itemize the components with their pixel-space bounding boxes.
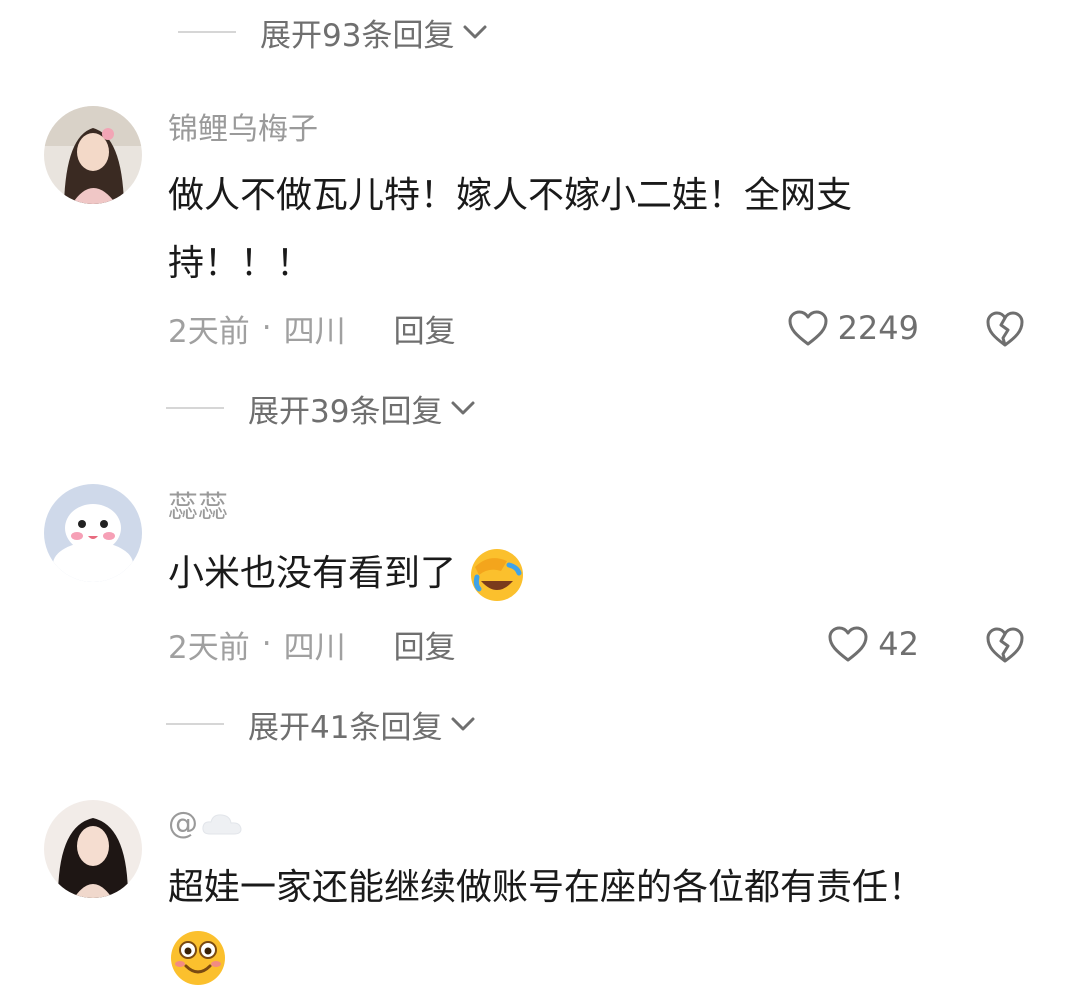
username-text: @	[168, 806, 198, 841]
comment-text-line: 小米也没有看到了	[168, 553, 457, 594]
comment-username[interactable]: 蕊蕊	[168, 488, 228, 528]
comment-text: 超娃一家还能继续做账号在座的各位都有责任！	[168, 854, 968, 985]
comment-text-line: 超娃一家还能继续做账号在座的各位都有责任！	[168, 867, 925, 908]
comment-username[interactable]: 锦鲤乌梅子	[168, 110, 318, 150]
comment-text-line: 持！！！	[168, 243, 313, 284]
cloud-icon	[202, 814, 242, 835]
heart-icon	[828, 626, 868, 662]
comment-location: 四川	[283, 629, 346, 666]
meta-separator: ·	[261, 310, 272, 346]
broken-heart-icon[interactable]	[984, 624, 1026, 666]
heart-icon	[788, 310, 828, 346]
comment-thread: 展开93条回复 锦鲤乌梅子 做人不做瓦儿特！嫁人不嫁小二娃！全网支 持！！！ 2…	[0, 0, 1079, 985]
facepalm-laugh-emoji-icon	[471, 549, 524, 601]
chevron-down-icon	[451, 401, 475, 415]
comment-text: 小米也没有看到了	[168, 540, 968, 608]
like-count: 42	[878, 625, 919, 663]
comment-item: 锦鲤乌梅子 做人不做瓦儿特！嫁人不嫁小二娃！全网支 持！！！ 2天前 · 四川 …	[0, 104, 1079, 444]
expand-replies-label: 展开41条回复	[248, 709, 443, 746]
reply-button[interactable]: 回复	[394, 622, 456, 667]
avatar[interactable]	[44, 106, 142, 204]
expand-replies-link[interactable]: 展开41条回复	[166, 702, 478, 746]
like-button[interactable]: 2249	[786, 306, 919, 350]
like-button[interactable]: 42	[826, 622, 919, 666]
comment-text: 做人不做瓦儿特！嫁人不嫁小二娃！全网支 持！！！	[168, 162, 968, 298]
expand-replies-link[interactable]: 展开93条回复	[178, 10, 490, 54]
comment-location: 四川	[283, 313, 346, 350]
comment-time: 2天前	[168, 629, 250, 666]
comment-text-line: 做人不做瓦儿特！嫁人不嫁小二娃！全网支	[168, 175, 853, 216]
avatar[interactable]	[44, 800, 142, 898]
divider	[166, 407, 224, 409]
reply-button[interactable]: 回复	[394, 306, 456, 351]
comment-item: @ 超娃一家还能继续做账号在座的各位都有责任！	[0, 798, 1079, 985]
comment-username[interactable]: @	[168, 804, 244, 844]
like-count: 2249	[837, 309, 919, 347]
chevron-down-icon	[463, 25, 487, 39]
expand-replies-label: 展开39条回复	[248, 393, 443, 430]
expand-replies-link[interactable]: 展开39条回复	[166, 386, 478, 430]
expand-replies-label: 展开93条回复	[260, 17, 455, 54]
meta-separator: ·	[261, 626, 272, 662]
broken-heart-icon[interactable]	[984, 308, 1026, 350]
avatar[interactable]	[44, 484, 142, 582]
comment-meta: 2天前 · 四川 回复	[168, 622, 456, 666]
comment-item: 蕊蕊 小米也没有看到了 2天前 · 四川 回复 42 展开41条回复	[0, 482, 1079, 762]
comment-meta: 2天前 · 四川 回复	[168, 306, 456, 350]
chevron-down-icon	[451, 717, 475, 731]
divider	[166, 723, 224, 725]
comment-time: 2天前	[168, 313, 250, 350]
divider	[178, 31, 236, 33]
smile-emoji-icon	[171, 931, 225, 985]
